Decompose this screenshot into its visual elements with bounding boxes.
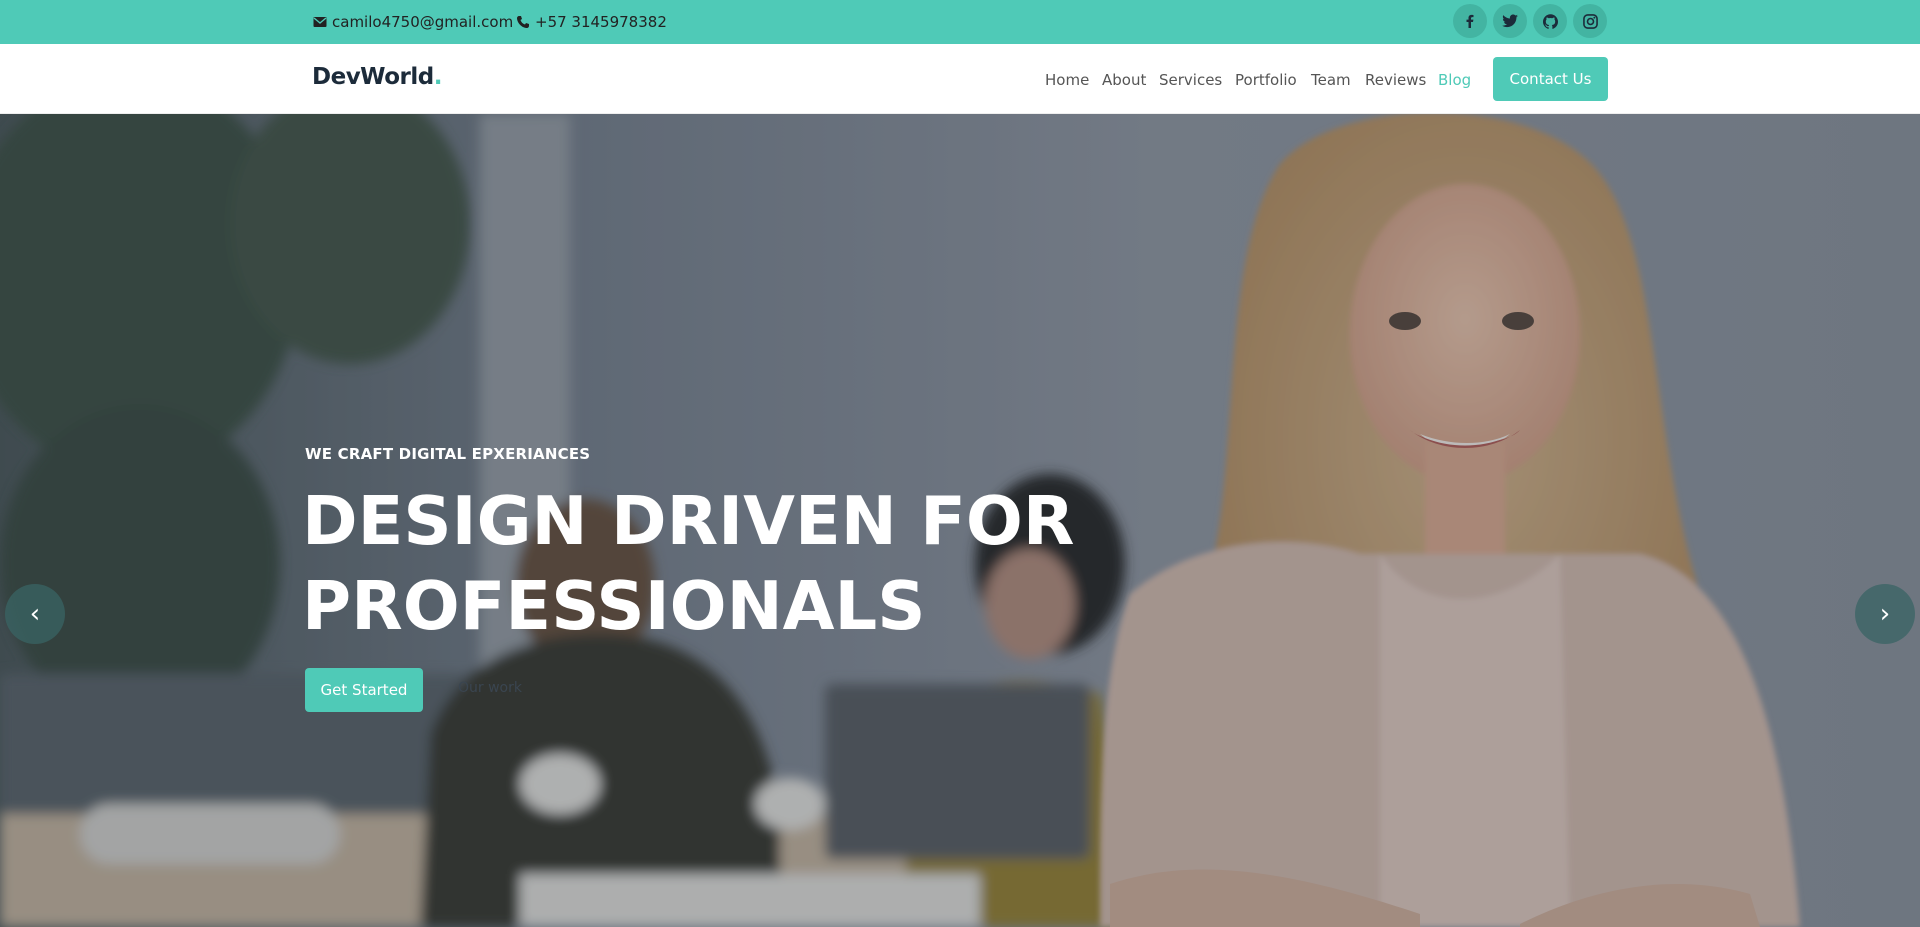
contact-us-button[interactable]: Contact Us bbox=[1493, 57, 1608, 101]
nav-portfolio[interactable]: Portfolio bbox=[1235, 71, 1297, 89]
github-icon bbox=[1542, 13, 1558, 29]
our-work-link[interactable]: Our work bbox=[458, 680, 522, 696]
nav-reviews[interactable]: Reviews bbox=[1365, 71, 1426, 89]
phone-text: +57 3145978382 bbox=[535, 13, 667, 31]
logo-dot: . bbox=[433, 64, 443, 90]
hero-section: WE CRAFT DIGITAL EPXERIANCES DESIGN DRIV… bbox=[0, 114, 1920, 927]
logo-text: DevWorld bbox=[312, 64, 434, 90]
instagram-button[interactable] bbox=[1573, 4, 1607, 38]
email-text: camilo4750@gmail.com bbox=[332, 13, 514, 31]
site-header: DevWorld. Home About Services Portfolio … bbox=[0, 44, 1920, 114]
logo[interactable]: DevWorld. bbox=[312, 64, 443, 90]
carousel-prev-button[interactable]: ‹ bbox=[5, 584, 65, 644]
twitter-icon bbox=[1502, 14, 1518, 28]
hero-headline: DESIGN DRIVEN FOR PROFESSIONALS bbox=[302, 479, 1074, 649]
facebook-icon bbox=[1466, 14, 1474, 28]
get-started-button[interactable]: Get Started bbox=[305, 668, 423, 712]
twitter-button[interactable] bbox=[1493, 4, 1527, 38]
hero-tagline: WE CRAFT DIGITAL EPXERIANCES bbox=[305, 445, 591, 463]
nav-services[interactable]: Services bbox=[1159, 71, 1222, 89]
chevron-right-icon: › bbox=[1879, 599, 1891, 629]
instagram-icon bbox=[1582, 13, 1598, 29]
facebook-button[interactable] bbox=[1453, 4, 1487, 38]
hero-headline-line1: DESIGN DRIVEN FOR bbox=[302, 482, 1075, 560]
carousel-next-button[interactable]: › bbox=[1855, 584, 1915, 644]
envelope-icon bbox=[313, 17, 327, 27]
hero-headline-line2: PROFESSIONALS bbox=[302, 567, 926, 645]
phone-icon bbox=[517, 16, 529, 28]
social-links bbox=[1453, 4, 1607, 38]
github-button[interactable] bbox=[1533, 4, 1567, 38]
phone-contact[interactable]: +57 3145978382 bbox=[516, 0, 667, 44]
nav-team[interactable]: Team bbox=[1311, 71, 1351, 89]
top-bar: camilo4750@gmail.com +57 3145978382 bbox=[0, 0, 1920, 44]
nav-about[interactable]: About bbox=[1102, 71, 1146, 89]
chevron-left-icon: ‹ bbox=[29, 599, 41, 629]
email-contact[interactable]: camilo4750@gmail.com bbox=[313, 0, 513, 44]
nav-blog[interactable]: Blog bbox=[1438, 71, 1471, 89]
nav-home[interactable]: Home bbox=[1045, 71, 1089, 89]
